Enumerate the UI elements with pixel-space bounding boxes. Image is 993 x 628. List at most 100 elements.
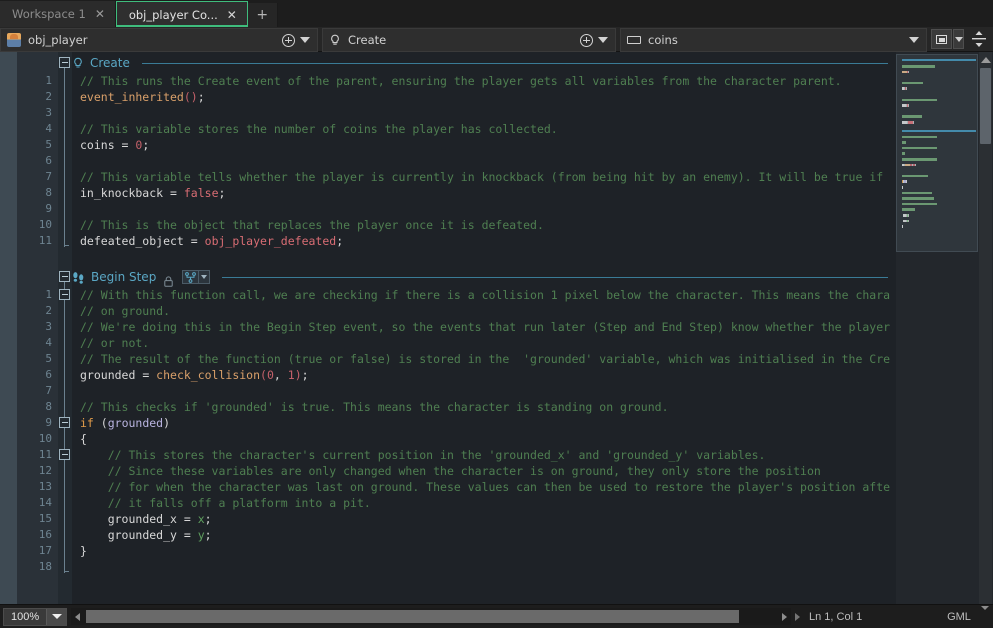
code-line[interactable]: // This stores the character's current p… bbox=[80, 447, 765, 463]
chevron-down-icon[interactable] bbox=[598, 37, 608, 43]
tab-obj-player-code[interactable]: obj_player Co... ✕ bbox=[116, 1, 248, 27]
zoom-level-label: 100% bbox=[4, 611, 46, 623]
chevron-down-icon[interactable] bbox=[198, 271, 209, 284]
fold-toggle[interactable] bbox=[59, 417, 70, 428]
line-number: 12 bbox=[17, 463, 58, 479]
code-folding-column[interactable] bbox=[58, 52, 72, 604]
chevron-down-icon[interactable] bbox=[981, 606, 989, 610]
chevron-down-icon[interactable] bbox=[46, 609, 66, 625]
code-line[interactable]: defeated_object = obj_player_defeated; bbox=[80, 233, 343, 249]
line-number: 18 bbox=[17, 559, 58, 575]
add-circle-icon[interactable] bbox=[580, 34, 593, 47]
triangle-left-icon[interactable] bbox=[71, 609, 84, 624]
window-layout-button[interactable] bbox=[931, 29, 952, 49]
event-header-begin-step[interactable]: Begin Step bbox=[72, 267, 896, 287]
rectangle-icon bbox=[627, 36, 641, 44]
tab-workspace-1[interactable]: Workspace 1 ✕ bbox=[0, 1, 116, 27]
branch-button[interactable] bbox=[182, 270, 210, 284]
code-line[interactable]: grounded = check_collision(0, 1); bbox=[80, 367, 309, 383]
code-line[interactable]: coins = 0; bbox=[80, 137, 149, 153]
variable-name-label: coins bbox=[648, 33, 902, 47]
code-line[interactable]: // This is the object that replaces the … bbox=[80, 217, 544, 233]
lightbulb-icon bbox=[72, 57, 84, 70]
tab-bar: Workspace 1 ✕ obj_player Co... ✕ + bbox=[0, 0, 993, 27]
line-number: 13 bbox=[17, 479, 58, 495]
fold-guide bbox=[64, 68, 65, 247]
tab-label: Workspace 1 bbox=[12, 7, 86, 21]
minimap-scrollbar[interactable] bbox=[979, 52, 992, 604]
window-layout-dropdown[interactable] bbox=[953, 29, 964, 49]
code-line[interactable]: grounded_x = x; bbox=[80, 511, 212, 527]
minimap-viewport[interactable] bbox=[896, 54, 978, 252]
code-line[interactable]: // for when the character was last on gr… bbox=[80, 479, 890, 495]
scrollbar-thumb[interactable] bbox=[86, 610, 739, 623]
chevron-down-icon bbox=[955, 37, 963, 42]
event-header-create[interactable]: Create bbox=[72, 53, 896, 73]
object-selector[interactable]: obj_player bbox=[0, 28, 318, 52]
line-number: 9 bbox=[17, 201, 58, 217]
line-number: 2 bbox=[17, 89, 58, 105]
code-editor-area[interactable]: 1234567891011123456789101112131415161718… bbox=[0, 52, 993, 604]
code-line[interactable]: // This variable stores the number of co… bbox=[80, 121, 558, 137]
code-line[interactable]: grounded_y = y; bbox=[80, 527, 212, 543]
editor-left-strip bbox=[0, 52, 17, 604]
line-number: 11 bbox=[17, 447, 58, 463]
code-line[interactable]: in_knockback = false; bbox=[80, 185, 225, 201]
add-tab-button[interactable]: + bbox=[248, 3, 278, 27]
line-number-gutter: 1234567891011123456789101112131415161718 bbox=[17, 52, 58, 604]
vertical-resize-button[interactable] bbox=[968, 28, 990, 50]
object-icon bbox=[7, 33, 21, 47]
event-header-label: Begin Step bbox=[91, 270, 156, 284]
code-line[interactable]: if (grounded) bbox=[80, 415, 170, 431]
line-number: 3 bbox=[17, 319, 58, 335]
fold-toggle[interactable] bbox=[59, 449, 70, 460]
code-line[interactable]: } bbox=[80, 543, 87, 559]
event-selector[interactable]: Create bbox=[322, 28, 616, 52]
code-line[interactable]: // With this function call, we are check… bbox=[80, 287, 890, 303]
scrollbar-thumb[interactable] bbox=[980, 68, 991, 144]
variable-selector[interactable]: coins bbox=[620, 28, 927, 52]
code-line[interactable]: { bbox=[80, 431, 87, 447]
code-line[interactable]: // or not. bbox=[80, 335, 149, 351]
code-line[interactable]: // on ground. bbox=[80, 303, 170, 319]
line-number: 16 bbox=[17, 527, 58, 543]
fold-guide-end bbox=[64, 245, 69, 246]
object-name-label: obj_player bbox=[28, 33, 275, 47]
code-line[interactable]: // it falls off a platform into a pit. bbox=[80, 495, 371, 511]
chevron-down-icon[interactable] bbox=[300, 37, 310, 43]
code-line[interactable]: // This checks if 'grounded' is true. Th… bbox=[80, 399, 669, 415]
code-line[interactable]: // This runs the Create event of the par… bbox=[80, 73, 842, 89]
add-circle-icon[interactable] bbox=[282, 34, 295, 47]
window-layout-icon bbox=[936, 35, 947, 44]
line-number: 10 bbox=[17, 431, 58, 447]
line-number: 1 bbox=[17, 287, 58, 303]
event-header-label: Create bbox=[90, 56, 130, 70]
line-number: 15 bbox=[17, 511, 58, 527]
editor-toolbar: obj_player Create coins bbox=[0, 27, 993, 52]
expand-icon[interactable] bbox=[795, 613, 800, 621]
line-number: 17 bbox=[17, 543, 58, 559]
code-text-surface[interactable]: // This runs the Create event of the par… bbox=[72, 52, 896, 604]
close-icon[interactable]: ✕ bbox=[226, 9, 238, 21]
fold-toggle[interactable] bbox=[59, 289, 70, 300]
code-minimap[interactable] bbox=[896, 52, 993, 604]
code-line[interactable]: // The result of the function (true or f… bbox=[80, 351, 890, 367]
event-divider bbox=[142, 63, 888, 64]
code-line[interactable]: // We're doing this in the Begin Step ev… bbox=[80, 319, 890, 335]
fold-toggle[interactable] bbox=[59, 271, 70, 282]
chevron-down-icon[interactable] bbox=[909, 37, 919, 43]
fold-toggle[interactable] bbox=[59, 57, 70, 68]
line-number: 1 bbox=[17, 73, 58, 89]
code-line[interactable]: // Since these variables are only change… bbox=[80, 463, 821, 479]
code-line[interactable]: // This variable tells whether the playe… bbox=[80, 169, 883, 185]
horizontal-scrollbar[interactable] bbox=[71, 608, 791, 625]
cursor-position-label: Ln 1, Col 1 bbox=[809, 611, 929, 623]
close-icon[interactable]: ✕ bbox=[94, 8, 106, 20]
lock-icon[interactable] bbox=[164, 272, 173, 283]
triangle-right-icon[interactable] bbox=[778, 609, 791, 624]
fold-guide-end bbox=[64, 571, 69, 572]
scroll-up-icon[interactable] bbox=[980, 54, 991, 65]
line-number: 3 bbox=[17, 105, 58, 121]
zoom-control[interactable]: 100% bbox=[3, 608, 67, 626]
code-line[interactable]: event_inherited(); bbox=[80, 89, 205, 105]
